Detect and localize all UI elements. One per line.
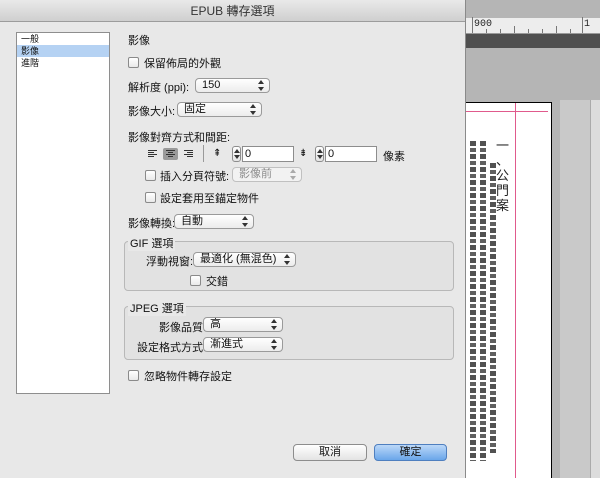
dialog-title: EPUB 轉存選項 (0, 0, 465, 22)
jpeg-format-select[interactable]: 漸進式 (203, 337, 283, 352)
jpeg-format-value: 漸進式 (210, 338, 243, 350)
pasteboard (560, 100, 600, 478)
document-page: 一、公門案 (466, 102, 552, 478)
vertical-scrollbar[interactable] (590, 100, 600, 478)
ok-button[interactable]: 確定 (374, 444, 447, 461)
jpeg-quality-select[interactable]: 高 (203, 317, 283, 332)
align-left-icon[interactable] (145, 148, 160, 160)
epub-export-dialog: EPUB 轉存選項 一般 影像 進階 影像 保留佈局的外觀 解析度 (ppi):… (0, 0, 466, 478)
page-heading: 一、公門案 (496, 139, 510, 214)
image-size-select[interactable]: 固定 (177, 102, 262, 117)
interlace-checkbox[interactable] (190, 275, 201, 286)
image-conversion-label: 影像轉換: (128, 218, 176, 230)
jpeg-quality-value: 高 (210, 318, 221, 330)
ruler-label: 900 (474, 19, 493, 30)
pixel-unit-label: 像素 (383, 151, 405, 163)
popup-arrows-icon (284, 254, 290, 265)
popup-arrows-icon (271, 319, 277, 330)
resolution-select[interactable]: 150 (195, 78, 270, 93)
image-conversion-select[interactable]: 自動 (174, 214, 254, 229)
image-size-value: 固定 (184, 103, 206, 115)
apply-anchored-checkbox[interactable] (145, 192, 156, 203)
popup-arrows-icon (258, 80, 264, 91)
gif-palette-value: 最適化 (無混色) (200, 253, 277, 265)
gif-options-title: GIF 選項 (128, 235, 176, 251)
gif-palette-select[interactable]: 最適化 (無混色) (193, 252, 296, 267)
popup-arrows-icon (242, 216, 248, 227)
category-advanced[interactable]: 進階 (17, 57, 109, 69)
preserve-appearance-checkbox[interactable] (128, 57, 139, 68)
space-after-input[interactable]: 0 (325, 146, 377, 162)
ignore-object-settings-label: 忽略物件轉存設定 (144, 371, 232, 383)
section-title-image: 影像 (128, 35, 150, 47)
space-after-icon: ⇟ (299, 148, 308, 159)
interlace-label: 交錯 (206, 276, 228, 288)
gif-palette-label: 浮動視窗: (146, 256, 194, 268)
alignment-label: 影像對齊方式和間距: (128, 132, 231, 144)
jpeg-options-title: JPEG 選項 (128, 300, 186, 316)
category-image[interactable]: 影像 (17, 45, 109, 57)
image-size-label: 影像大小: (128, 106, 176, 118)
apply-anchored-label: 設定套用至錨定物件 (160, 193, 259, 205)
page-break-value: 影像前 (239, 168, 272, 180)
horizontal-ruler: 900 1 (466, 17, 600, 34)
space-before-input[interactable]: 0 (242, 146, 294, 162)
ignore-object-settings-checkbox[interactable] (128, 370, 139, 381)
category-list: 一般 影像 進階 (16, 32, 110, 394)
image-conversion-value: 自動 (181, 215, 203, 227)
preserve-appearance-label: 保留佈局的外觀 (144, 58, 221, 70)
space-before-icon: ⇞ (213, 148, 222, 159)
popup-arrows-icon (250, 104, 256, 115)
divider (203, 145, 204, 162)
jpeg-format-label: 設定格式方式: (137, 342, 207, 354)
popup-arrows-icon (271, 339, 277, 350)
page-break-checkbox[interactable] (145, 170, 156, 181)
space-after-stepper[interactable] (315, 146, 324, 162)
space-before-stepper[interactable] (232, 146, 241, 162)
page-break-select[interactable]: 影像前 (232, 167, 302, 182)
tab-strip (466, 34, 600, 48)
popup-arrows-icon (290, 169, 296, 180)
align-right-icon[interactable] (181, 148, 196, 160)
resolution-value: 150 (202, 79, 221, 91)
ruler-label-2: 1 (584, 19, 591, 30)
resolution-label: 解析度 (ppi): (128, 82, 190, 94)
align-center-icon[interactable] (163, 148, 178, 160)
jpeg-quality-label: 影像品質: (159, 322, 207, 334)
category-general[interactable]: 一般 (17, 33, 109, 45)
page-break-label: 插入分頁符號: (160, 171, 230, 183)
cancel-button[interactable]: 取消 (293, 444, 367, 461)
